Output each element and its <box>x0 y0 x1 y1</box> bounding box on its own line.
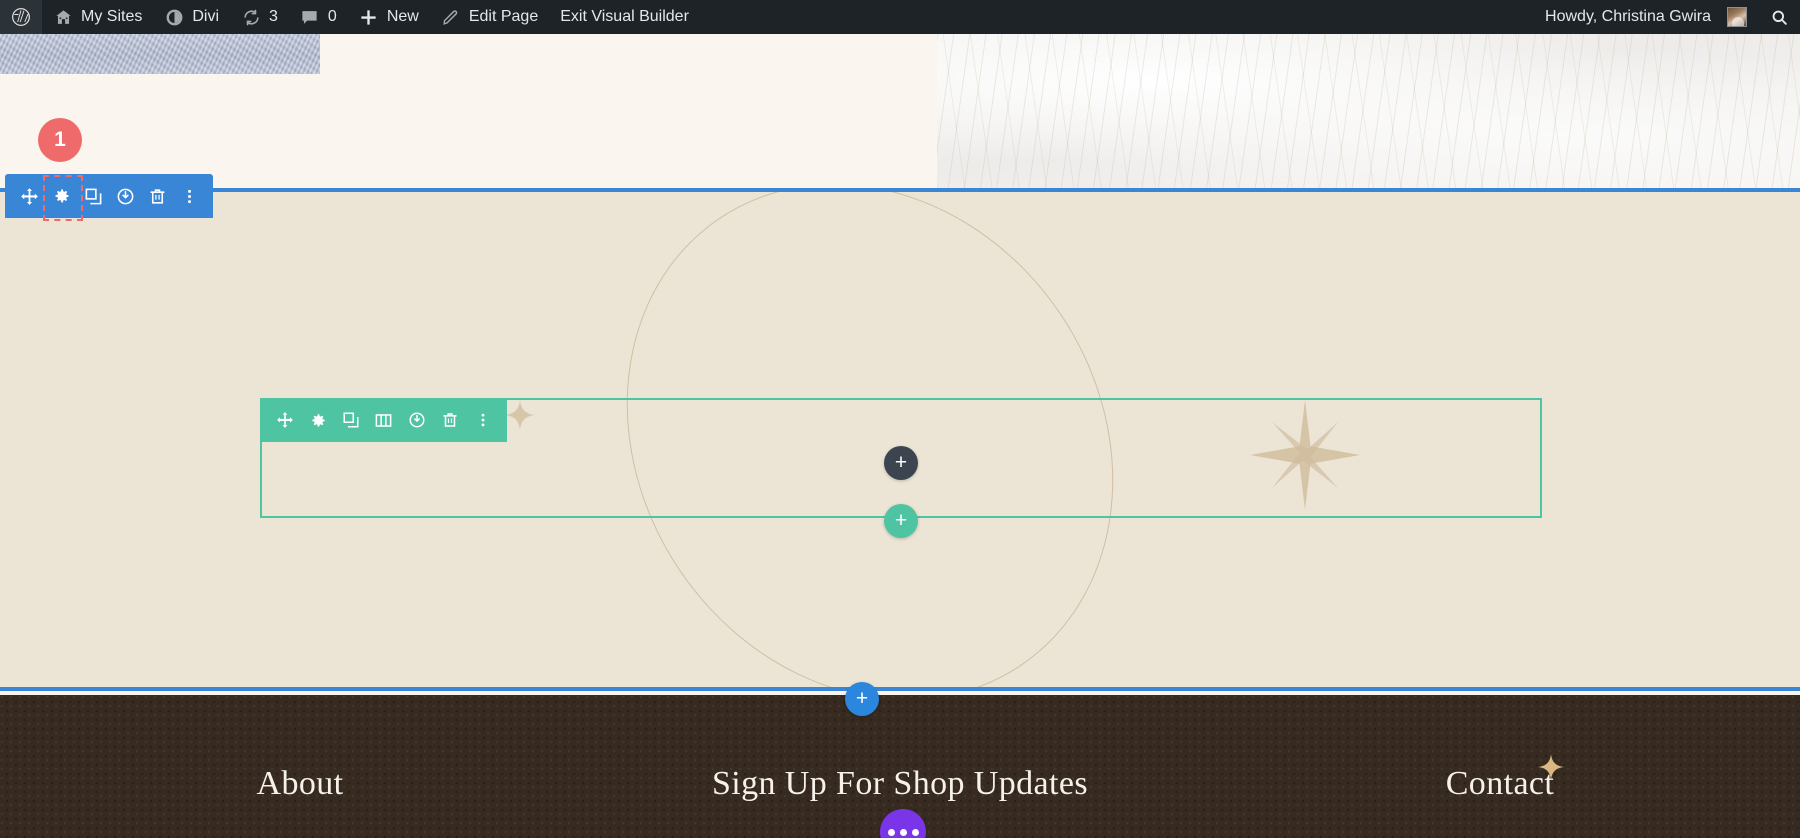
row-columns-button[interactable] <box>367 398 400 442</box>
page-canvas: 1 + + + About Sign Up For Shop Updates C… <box>0 34 1800 838</box>
visual-builder-screen: My Sites Divi 3 0 New Edit Page Exit Vis… <box>0 0 1800 838</box>
search-icon <box>1769 7 1789 27</box>
left-texture-image <box>0 34 320 74</box>
footer-column-signup[interactable]: Sign Up For Shop Updates <box>600 765 1200 803</box>
comments-menu[interactable]: 0 <box>289 0 348 34</box>
add-section-button[interactable]: + <box>845 682 879 716</box>
edit-page-button[interactable]: Edit Page <box>430 0 549 34</box>
move-row-button[interactable] <box>268 398 301 442</box>
divi-label: Divi <box>192 8 220 25</box>
add-module-plus: + <box>894 450 908 474</box>
plus-icon <box>359 7 379 27</box>
divi-logo-icon <box>164 7 184 27</box>
footer-about-label: About <box>256 764 344 802</box>
duplicate-row-button[interactable] <box>334 398 367 442</box>
add-row-button[interactable]: + <box>884 504 918 538</box>
admin-bar-right: Howdy, Christina Gwira <box>1534 0 1800 34</box>
disable-row-button[interactable] <box>400 398 433 442</box>
updates-icon <box>241 7 261 27</box>
right-marble-image <box>937 34 1800 188</box>
my-sites-menu[interactable]: My Sites <box>42 0 153 34</box>
section-number-badge: 1 <box>38 118 82 162</box>
section-toolbar <box>5 174 213 221</box>
row-more-options-button[interactable] <box>466 398 499 442</box>
footer-column-about[interactable]: About <box>0 765 600 803</box>
footer-column-contact[interactable]: Contact <box>1200 765 1800 803</box>
wordpress-logo-button[interactable] <box>0 0 42 34</box>
section-settings-button[interactable] <box>43 174 83 221</box>
edit-page-label: Edit Page <box>468 8 539 25</box>
comments-icon <box>300 7 320 27</box>
updates-menu[interactable]: 3 <box>230 0 289 34</box>
my-sites-icon <box>53 7 73 27</box>
top-section <box>0 34 1800 188</box>
footer-signup-label: Sign Up For Shop Updates <box>711 764 1089 802</box>
three-dots-icon-dot-2 <box>899 828 907 836</box>
move-section-button[interactable] <box>13 174 45 218</box>
row-toolbar <box>260 398 507 442</box>
wordpress-logo-icon <box>11 7 31 27</box>
updates-count: 3 <box>269 8 278 25</box>
delete-section-button[interactable] <box>141 174 173 218</box>
duplicate-section-button[interactable] <box>77 174 109 218</box>
footer-four-point-star-icon <box>1538 754 1564 780</box>
avatar <box>1727 7 1747 27</box>
add-module-button[interactable]: + <box>884 446 918 480</box>
wp-admin-bar: My Sites Divi 3 0 New Edit Page Exit Vis… <box>0 0 1800 34</box>
add-row-plus: + <box>894 508 908 532</box>
exit-visual-builder-label: Exit Visual Builder <box>560 8 689 25</box>
disable-section-button[interactable] <box>109 174 141 218</box>
comments-count: 0 <box>327 8 337 25</box>
howdy-label: Howdy, Christina Gwira <box>1545 8 1711 25</box>
divi-menu[interactable]: Divi <box>153 0 230 34</box>
delete-row-button[interactable] <box>433 398 466 442</box>
new-content-menu[interactable]: New <box>348 0 430 34</box>
three-dots-icon-dot-3 <box>911 828 919 836</box>
pencil-icon <box>441 7 461 27</box>
admin-search-button[interactable] <box>1758 0 1800 34</box>
three-dots-icon-dot-1 <box>887 828 895 836</box>
exit-visual-builder-button[interactable]: Exit Visual Builder <box>549 0 700 34</box>
section-more-options-button[interactable] <box>173 174 205 218</box>
new-label: New <box>386 8 419 25</box>
my-sites-label: My Sites <box>81 8 143 25</box>
account-menu[interactable]: Howdy, Christina Gwira <box>1534 0 1758 34</box>
row-settings-button[interactable] <box>301 398 334 442</box>
four-point-star-small-decoration <box>505 400 535 430</box>
add-section-plus: + <box>855 686 869 710</box>
